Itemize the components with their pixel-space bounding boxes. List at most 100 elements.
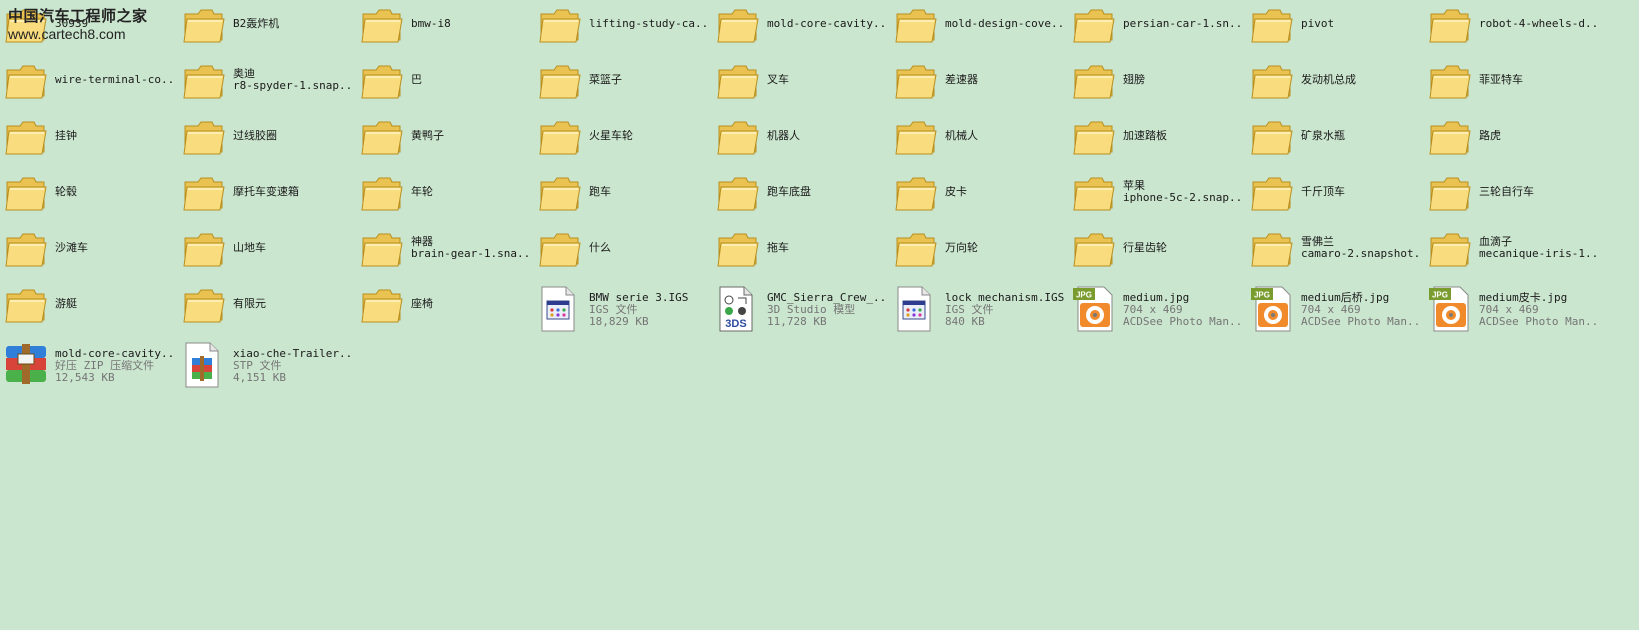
item-label: B2轰炸机 (230, 6, 353, 30)
folder-icon (360, 118, 408, 162)
file-item[interactable]: 3DS GMC_Sierra_Crew_... 3D Studio 模型 11,72… (712, 280, 890, 336)
folder-item[interactable]: 矿泉水瓶 (1246, 112, 1424, 168)
folder-item[interactable]: 神器 brain-gear-1.sna... (356, 224, 534, 280)
folder-item[interactable]: 沙滩车 (0, 224, 178, 280)
item-name: 拖车 (767, 242, 789, 254)
folder-item[interactable]: mold-core-cavity... (712, 0, 890, 56)
folder-item[interactable]: 过线胶圈 (178, 112, 356, 168)
folder-item[interactable]: 山地车 (178, 224, 356, 280)
item-label: 黄鸭子 (408, 118, 531, 142)
folder-item[interactable]: 血滴子 mecanique-iris-1... (1424, 224, 1602, 280)
folder-icon (716, 118, 764, 162)
folder-icon (716, 174, 764, 218)
item-label: 座椅 (408, 286, 531, 310)
folder-item[interactable]: 座椅 (356, 280, 534, 336)
folder-item[interactable]: 行星齿轮 (1068, 224, 1246, 280)
item-label: mold-design-cove... (942, 6, 1065, 30)
folder-item[interactable]: 发动机总成 (1246, 56, 1424, 112)
folder-item[interactable]: 年轮 (356, 168, 534, 224)
folder-icon (894, 230, 942, 274)
folder-item[interactable]: 机器人 (712, 112, 890, 168)
item-file-detail: 840 KB (945, 316, 985, 328)
folder-item[interactable]: 路虎 (1424, 112, 1602, 168)
item-label: pivot (1298, 6, 1421, 30)
folder-icon (538, 62, 586, 106)
item-name: 雪佛兰 (1301, 236, 1334, 248)
folder-icon (4, 230, 52, 274)
folder-item[interactable]: lifting-study-ca... (534, 0, 712, 56)
item-name: mold-core-cavity... (55, 348, 175, 360)
folder-item[interactable]: 差速器 (890, 56, 1068, 112)
file-item[interactable]: BMW serie 3.IGS IGS 文件 18,829 KB (534, 280, 712, 336)
svg-text:JPG: JPG (1254, 291, 1270, 300)
folder-item[interactable]: 摩托车变速箱 (178, 168, 356, 224)
folder-item[interactable]: persian-car-1.sn... (1068, 0, 1246, 56)
file-item[interactable]: lock mechanism.IGS IGS 文件 840 KB (890, 280, 1068, 336)
folder-item[interactable]: mold-design-cove... (890, 0, 1068, 56)
stp-file-icon (182, 342, 230, 388)
item-file-type: 3D Studio 模型 (767, 304, 856, 316)
folder-item[interactable]: B2轰炸机 (178, 0, 356, 56)
file-item[interactable]: xiao-che-Trailer... STP 文件 4,151 KB (178, 336, 356, 392)
folder-item[interactable]: 有限元 (178, 280, 356, 336)
jpg-file-icon: JPG (1428, 286, 1476, 332)
folder-item[interactable]: 轮毂 (0, 168, 178, 224)
folder-item[interactable]: 叉车 (712, 56, 890, 112)
folder-item[interactable]: 什么 (534, 224, 712, 280)
folder-item[interactable]: 菜篮子 (534, 56, 712, 112)
item-file-detail: 18,829 KB (589, 316, 649, 328)
folder-item[interactable]: 皮卡 (890, 168, 1068, 224)
folder-item[interactable]: robot-4-wheels-d... (1424, 0, 1602, 56)
folder-item[interactable]: 跑车底盘 (712, 168, 890, 224)
item-name: mold-core-cavity... (767, 18, 887, 30)
folder-icon (894, 118, 942, 162)
item-label: 山地车 (230, 230, 353, 254)
folder-item[interactable]: wire-terminal-co... (0, 56, 178, 112)
folder-item[interactable]: 奥迪 r8-spyder-1.snap... (178, 56, 356, 112)
item-file-type: 704 x 469 (1301, 304, 1361, 316)
item-name: 座椅 (411, 298, 433, 310)
file-item[interactable]: mold-core-cavity... 好压 ZIP 压缩文件 12,543 KB (0, 336, 178, 392)
item-label: 翅膀 (1120, 62, 1243, 86)
folder-icon (360, 6, 408, 50)
folder-item[interactable]: bmw-i8 (356, 0, 534, 56)
folder-item[interactable]: 万向轮 (890, 224, 1068, 280)
file-item[interactable]: JPG medium后桥.jpg 704 x 469 ACDSee Photo Ma… (1246, 280, 1424, 336)
folder-item[interactable]: 千斤顶车 (1246, 168, 1424, 224)
folder-item[interactable]: 机械人 (890, 112, 1068, 168)
folder-item[interactable]: 加速踏板 (1068, 112, 1246, 168)
folder-item[interactable]: 三轮自行车 (1424, 168, 1602, 224)
file-item[interactable]: JPG medium皮卡.jpg 704 x 469 ACDSee Photo Ma… (1424, 280, 1602, 336)
item-name: lock mechanism.IGS (945, 292, 1065, 304)
folder-item[interactable]: 火星车轮 (534, 112, 712, 168)
watermark-url: www.cartech8.com (8, 26, 126, 42)
item-name: 苹果 (1123, 180, 1145, 192)
item-name: 跑车 (589, 186, 611, 198)
item-name: 山地车 (233, 242, 266, 254)
folder-item[interactable]: 苹果 iphone-5c-2.snap... (1068, 168, 1246, 224)
folder-item[interactable]: 雪佛兰 camaro-2.snapshot.1 (1246, 224, 1424, 280)
folder-item[interactable]: 菲亚特车 (1424, 56, 1602, 112)
igs-file-icon (894, 286, 942, 332)
folder-item[interactable]: 跑车 (534, 168, 712, 224)
item-label: 血滴子 mecanique-iris-1... (1476, 230, 1599, 260)
item-subfolder-name: mecanique-iris-1... (1479, 248, 1599, 260)
folder-icon (1428, 174, 1476, 218)
folder-item[interactable]: 翅膀 (1068, 56, 1246, 112)
item-file-detail: ACDSee Photo Man... (1479, 316, 1599, 328)
file-item[interactable]: JPG medium.jpg 704 x 469 ACDSee Photo Man.… (1068, 280, 1246, 336)
item-name: 摩托车变速箱 (233, 186, 299, 198)
folder-item[interactable]: 挂钟 (0, 112, 178, 168)
folder-icon (894, 62, 942, 106)
item-name: 翅膀 (1123, 74, 1145, 86)
folder-item[interactable]: 巴 (356, 56, 534, 112)
item-label: 轮毂 (52, 174, 175, 198)
folder-icon (1072, 118, 1120, 162)
item-file-type: IGS 文件 (589, 304, 638, 316)
item-file-type: 704 x 469 (1479, 304, 1539, 316)
folder-item[interactable]: pivot (1246, 0, 1424, 56)
folder-item[interactable]: 拖车 (712, 224, 890, 280)
item-name: 有限元 (233, 298, 266, 310)
folder-item[interactable]: 游艇 (0, 280, 178, 336)
folder-item[interactable]: 黄鸭子 (356, 112, 534, 168)
